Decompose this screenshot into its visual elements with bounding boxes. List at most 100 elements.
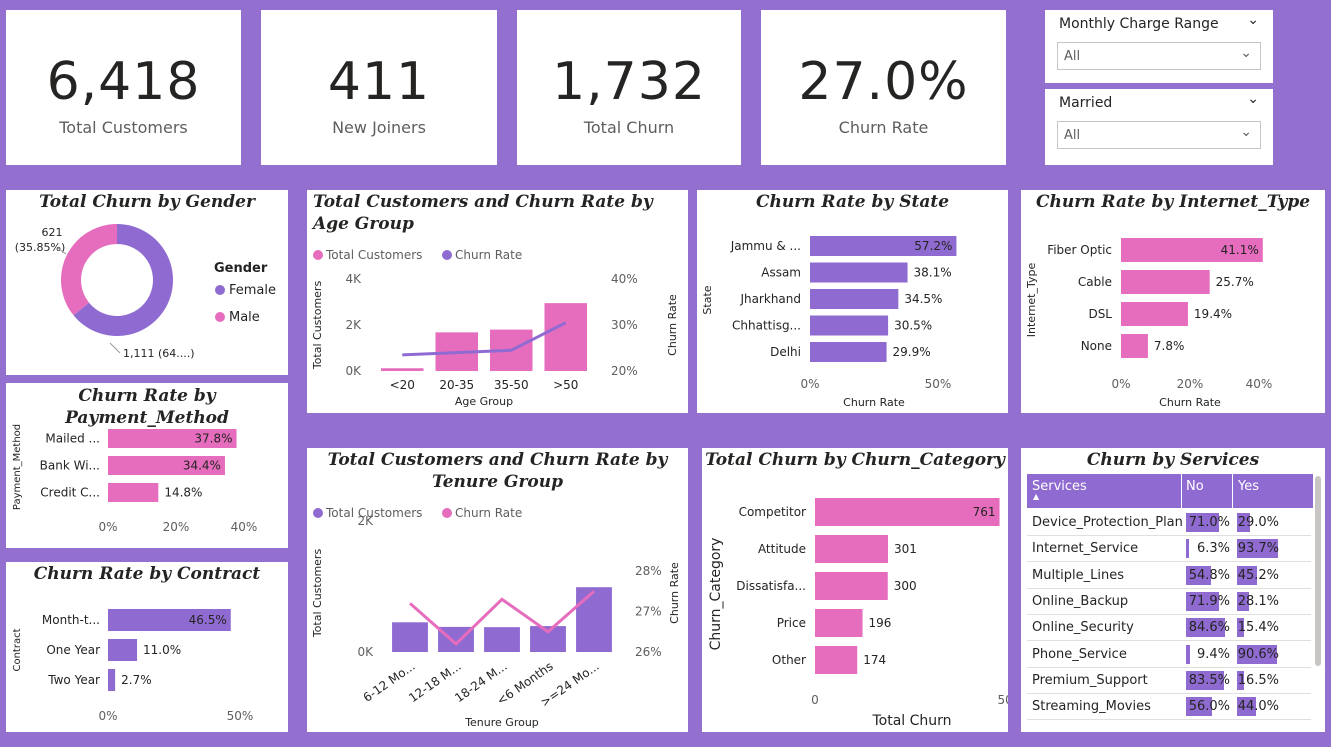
chart-title: Churn by Services [1086,450,1260,470]
data-label: 46.5% [189,613,227,627]
chevron-down-icon[interactable]: ⌄ [1240,45,1252,61]
data-label: 14.8% [164,486,202,500]
chevron-down-icon[interactable]: ⌄ [1247,12,1259,28]
contract-chart-card: Churn Rate by Contract Month-t... 46.5% On… [6,562,288,732]
chevron-down-icon[interactable]: ⌄ [1240,124,1252,140]
payment-bar-chart: Mailed ... 37.8% Bank Wi... 34.4% Credit C..… [12,424,258,534]
y-axis-label: Contract [12,628,23,671]
kpi-value: 27.0% [798,52,969,112]
kpi-label: Total Customers [59,118,188,137]
slicer-monthly-charge[interactable]: Monthly Charge Range ⌄ All ⌄ [1045,10,1273,83]
no-value: 56.0% [1188,699,1230,715]
sort-ascending-icon[interactable]: ▲ [1033,492,1039,501]
yes-value: 15.4% [1237,620,1279,636]
category-label: Dissatisfa... [736,579,806,593]
no-value: 71.0% [1188,515,1230,530]
x-tick-label: 50% [925,377,952,391]
no-value: 83.5% [1188,672,1230,688]
bar [815,572,888,600]
x-tick-label: 0% [1111,377,1130,391]
table-row[interactable]: Premium_Support 83.5% 16.5% [1027,668,1311,694]
bar [810,342,887,362]
category-label: One Year [46,643,100,657]
bar [1121,334,1148,358]
services-table-card: Churn by Services Services ▲ No Yes Devi… [1021,448,1325,732]
x-tick-label: 0% [98,520,117,534]
bar [815,535,888,563]
scrollbar[interactable] [1315,476,1321,666]
table-row[interactable]: Online_Security 84.6% 15.4% [1027,615,1311,642]
category-label: Two Year [47,673,100,687]
gender-chart-card: Total Churn by Gender 621 (35.85%) 1,111 (… [6,190,288,375]
category-label: Month-t... [42,613,100,627]
table-row[interactable]: Internet_Service 6.3% 93.7% [1027,536,1311,563]
kpi-value: 411 [327,52,431,112]
column-header-no[interactable]: No [1186,479,1204,494]
x-tick-label: 500 [998,693,1008,707]
kpi-total-churn: 1,732 Total Churn [517,10,741,165]
x-tick-label: 40% [231,520,258,534]
slicer-married[interactable]: Married ⌄ All ⌄ [1045,89,1273,165]
legend-marker [442,250,452,260]
category-chart-card: Total Churn by Churn_Category Competitor… [702,448,1008,732]
y-tick-label: 0K [345,364,362,378]
table-row[interactable]: Multiple_Lines 54.8% 45.2% [1027,563,1311,589]
data-label: 57.2% [914,239,952,253]
column-divider [1232,474,1233,508]
y-tick-label: 4K [345,272,362,286]
slicer-dropdown[interactable]: All ⌄ [1057,42,1261,70]
bar [810,289,899,309]
category-label: None [1081,339,1112,353]
gender-donut: 621 (35.85%) 1,111 (64....) Gender Female Mal… [15,224,276,360]
legend-title: Gender [214,261,268,276]
slicer-dropdown[interactable]: All ⌄ [1057,121,1261,149]
chevron-down-icon[interactable]: ⌄ [1247,91,1259,107]
tenure-combo-chart: Total Customers Churn Rate0K2K26%27%28%6-… [311,506,681,729]
y2-tick-label: 20% [611,364,638,378]
bar [108,483,159,502]
yes-value: 90.6% [1237,646,1279,662]
table-row[interactable]: Streaming_Movies 56.0% 44.0% [1027,694,1311,721]
legend-marker [442,508,452,518]
x-tick-label: >50 [553,378,578,392]
data-label: 38.1% [914,266,952,280]
x-tick-label: 20-35 [439,378,474,392]
legend-label: Churn Rate [455,248,522,262]
x-tick-label: 0% [800,377,819,391]
y-axis-label: Total Customers [311,281,324,371]
service-name: Phone_Service [1032,646,1127,662]
data-label: 41.1% [1221,243,1259,257]
table-row[interactable]: Phone_Service 9.4% 90.6% [1027,642,1311,668]
data-label: 621 [42,226,63,239]
x-tick-label: 0% [98,709,117,723]
column-header-yes[interactable]: Yes [1238,479,1259,494]
data-label: 196 [869,616,892,630]
table-row[interactable]: Online_Backup 71.9% 28.1% [1027,589,1311,615]
bar [1121,302,1188,326]
kpi-label: New Joiners [332,118,426,137]
service-name: Premium_Support [1032,672,1148,688]
no-value: 6.3% [1196,541,1230,557]
legend-label: Total Customers [325,506,422,520]
service-name: Streaming_Movies [1032,699,1151,715]
legend-marker [215,285,225,295]
category-label: Jharkhand [739,292,801,306]
legend-marker [313,250,323,260]
data-label: 11.0% [143,643,181,657]
category-label: Bank Wi... [40,459,100,473]
kpi-label: Churn Rate [838,118,929,137]
bar [815,646,858,674]
data-label: 761 [973,505,996,519]
bar [544,303,588,371]
data-label: 25.7% [1216,275,1254,289]
table-row[interactable]: Device_Protection_Plan 71.0% 29.0% [1027,510,1311,536]
x-axis-label: Tenure Group [464,716,539,729]
slicer-title: Monthly Charge Range [1059,16,1219,32]
no-value: 54.8% [1188,567,1230,583]
category-label: Cable [1078,275,1112,289]
age-chart-card: Total Customers and Churn Rate by Age Gr… [307,190,688,413]
column-header-services[interactable]: Services [1032,479,1087,494]
service-name: Internet_Service [1032,541,1139,557]
column-divider [1181,474,1182,508]
data-label: 37.8% [194,432,232,446]
